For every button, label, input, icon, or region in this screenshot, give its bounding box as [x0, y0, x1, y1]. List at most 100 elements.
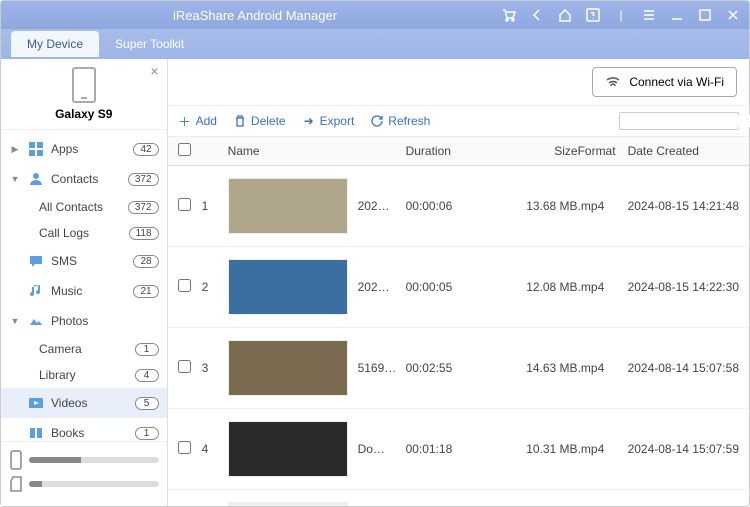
sidebar-item-badge: 42 — [133, 143, 158, 156]
column-duration[interactable]: Duration — [406, 144, 506, 158]
contacts-icon — [27, 170, 45, 188]
minimize-icon[interactable] — [669, 7, 685, 23]
video-thumbnail — [228, 178, 348, 234]
sidebar-item-library[interactable]: Library 4 — [1, 362, 167, 388]
apps-icon — [27, 140, 45, 158]
sidebar-item-badge: 1 — [135, 427, 159, 440]
sidebar-item-badge: 4 — [135, 369, 159, 382]
app-title: iReaShare Android Manager — [9, 8, 501, 23]
tab-super-toolkit[interactable]: Super Toolkit — [99, 31, 200, 57]
connect-wifi-button[interactable]: Connect via Wi-Fi — [592, 67, 737, 97]
row-duration: 00:02:55 — [406, 361, 506, 375]
row-index: 1 — [202, 199, 228, 213]
row-index: 2 — [202, 280, 228, 294]
menu-icon[interactable] — [641, 7, 657, 23]
sidebar-tree: ▶ Apps 42 ▼ Contacts 372 All Contacts 37… — [1, 130, 167, 441]
sidebar-item-label: SMS — [51, 254, 133, 268]
sidebar-item-label: Library — [39, 368, 135, 382]
table-row[interactable]: 4Do…00:01:1810.31 MB.mp42024-08-14 15:07… — [168, 409, 749, 490]
column-name[interactable]: Name — [228, 144, 406, 158]
row-name: 202… — [358, 199, 406, 213]
row-format: .mp4 — [578, 280, 628, 294]
row-duration: 00:01:18 — [406, 442, 506, 456]
sidebar-item-call-logs[interactable]: Call Logs 118 — [1, 220, 167, 246]
sidebar-item-contacts[interactable]: ▼ Contacts 372 — [1, 164, 167, 194]
window-controls: | — [501, 7, 741, 23]
wifi-label: Connect via Wi-Fi — [629, 75, 724, 89]
storage-panel — [1, 441, 167, 506]
refresh-button[interactable]: Refresh — [370, 114, 430, 128]
row-duration: 00:00:06 — [406, 199, 506, 213]
sidebar-item-photos[interactable]: ▼ Photos — [1, 306, 167, 336]
top-row: Connect via Wi-Fi — [168, 59, 749, 106]
row-check[interactable] — [178, 198, 191, 211]
cart-icon[interactable] — [501, 7, 517, 23]
sms-icon — [27, 252, 45, 270]
delete-label: Delete — [251, 114, 286, 128]
sidebar-item-label: All Contacts — [39, 200, 128, 214]
back-icon[interactable] — [529, 7, 545, 23]
table-row[interactable]: 1202…00:00:0613.68 MB.mp42024-08-15 14:2… — [168, 166, 749, 247]
row-format: .mp4 — [578, 361, 628, 375]
video-thumbnail — [228, 340, 348, 396]
phone-icon — [72, 67, 96, 103]
th-check[interactable] — [178, 143, 202, 159]
videos-icon — [27, 394, 45, 412]
maximize-icon[interactable] — [697, 7, 713, 23]
storage-bar — [29, 457, 159, 463]
export-label: Export — [320, 114, 355, 128]
row-check[interactable] — [178, 441, 191, 454]
sidebar-item-label: Photos — [51, 314, 159, 328]
video-thumbnail — [228, 259, 348, 315]
delete-button[interactable]: Delete — [233, 114, 286, 128]
divider: | — [613, 7, 629, 23]
chevron-right-icon: ▶ — [9, 144, 21, 155]
home-icon[interactable] — [557, 7, 573, 23]
trash-icon — [233, 114, 247, 128]
table-row[interactable]: 35169…00:02:5514.63 MB.mp42024-08-14 15:… — [168, 328, 749, 409]
device-box: × Galaxy S9 — [1, 59, 167, 130]
close-icon[interactable] — [725, 7, 741, 23]
chevron-down-icon: ▼ — [9, 316, 21, 326]
table-header: Name Duration Size Format Date Created — [168, 137, 749, 166]
wifi-icon — [605, 74, 621, 90]
plus-icon: ＋ — [178, 114, 192, 128]
sidebar-item-label: Videos — [51, 396, 135, 410]
row-size: 13.68 MB — [506, 199, 578, 213]
column-size[interactable]: Size — [506, 144, 578, 158]
phone-storage-icon — [9, 450, 23, 470]
row-date: 2024-08-15 14:21:48 — [628, 199, 739, 213]
sidebar-item-videos[interactable]: Videos 5 — [1, 388, 167, 418]
table-row[interactable]: 2202…00:00:0512.08 MB.mp42024-08-15 14:2… — [168, 247, 749, 328]
close-device-icon[interactable]: × — [150, 63, 158, 79]
row-name: 5169… — [358, 361, 406, 375]
tab-my-device[interactable]: My Device — [11, 31, 99, 57]
sidebar-item-sms[interactable]: SMS 28 — [1, 246, 167, 276]
column-date[interactable]: Date Created — [628, 144, 739, 158]
sidebar-item-apps[interactable]: ▶ Apps 42 — [1, 134, 167, 164]
export-button[interactable]: ➜Export — [302, 114, 355, 128]
row-size: 14.63 MB — [506, 361, 578, 375]
device-name: Galaxy S9 — [9, 107, 159, 121]
storage-bar — [29, 481, 159, 487]
table-row[interactable]: 5Screen_Recording_20240…00:02:5041.00 MB… — [168, 490, 749, 506]
row-check[interactable] — [178, 279, 191, 292]
sidebar-item-label: Camera — [39, 342, 135, 356]
column-format[interactable]: Format — [578, 144, 628, 158]
add-button[interactable]: ＋Add — [178, 114, 217, 128]
check-all[interactable] — [178, 143, 191, 156]
sidebar-item-all-contacts[interactable]: All Contacts 372 — [1, 194, 167, 220]
sidebar-item-music[interactable]: Music 21 — [1, 276, 167, 306]
search-box[interactable] — [619, 112, 739, 130]
search-input[interactable] — [624, 115, 750, 127]
help-icon[interactable] — [585, 7, 601, 23]
sidebar-item-books[interactable]: Books 1 — [1, 418, 167, 441]
sidebar-item-camera[interactable]: Camera 1 — [1, 336, 167, 362]
sidebar: × Galaxy S9 ▶ Apps 42 ▼ Contacts 372 All… — [1, 59, 168, 506]
toolbar: ＋Add Delete ➜Export Refresh — [168, 106, 749, 137]
row-format: .mp4 — [578, 442, 628, 456]
books-icon — [27, 424, 45, 441]
row-check[interactable] — [178, 360, 191, 373]
chevron-down-icon: ▼ — [9, 174, 21, 184]
sidebar-item-badge: 5 — [135, 397, 159, 410]
